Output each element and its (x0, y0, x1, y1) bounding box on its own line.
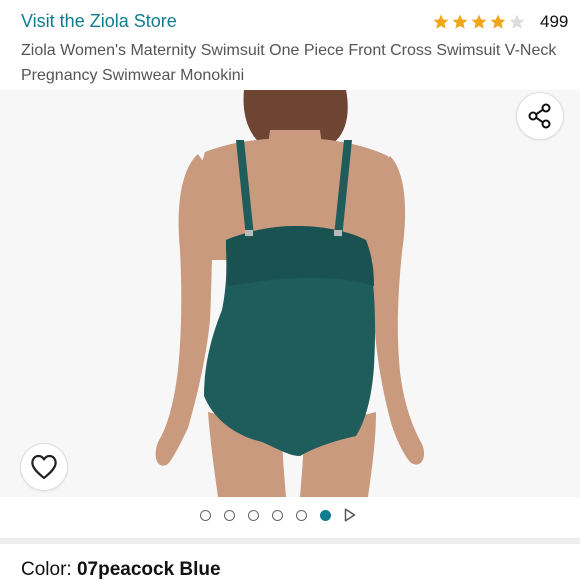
section-divider (0, 538, 580, 544)
star-icon (452, 14, 468, 29)
pagination-dot-6-active[interactable] (320, 509, 331, 521)
star-icon (433, 14, 449, 29)
product-image (0, 90, 580, 497)
share-icon (528, 103, 551, 129)
rating-summary[interactable]: 499 (432, 12, 568, 32)
star-empty-icon (509, 14, 525, 29)
pagination-dot-4[interactable] (272, 509, 283, 521)
pagination-dot-3[interactable] (248, 509, 259, 521)
color-label: Color: (21, 559, 77, 580)
rating-count[interactable]: 499 (540, 12, 568, 32)
pagination-dot-2[interactable] (224, 509, 235, 521)
star-icon (471, 14, 487, 29)
product-title: Ziola Women's Maternity Swimsuit One Pie… (21, 42, 557, 84)
image-pagination (200, 507, 356, 523)
add-to-wishlist-button[interactable] (21, 444, 67, 490)
heart-icon (31, 454, 57, 480)
store-link[interactable]: Visit the Ziola Store (21, 11, 177, 32)
star-icon (490, 14, 506, 29)
pagination-dot-1[interactable] (200, 509, 211, 521)
product-image-gallery[interactable] (0, 90, 580, 497)
color-value: 07peacock Blue (76, 559, 221, 580)
color-selection-row: Color: 07peacock Blue (21, 559, 221, 581)
pagination-dot-5[interactable] (296, 509, 307, 521)
play-arrow-icon[interactable] (344, 508, 356, 522)
product-header: Visit the Ziola Store 499 Ziola Women's … (0, 0, 580, 90)
rating-stars (432, 13, 526, 31)
share-button[interactable] (517, 93, 563, 139)
